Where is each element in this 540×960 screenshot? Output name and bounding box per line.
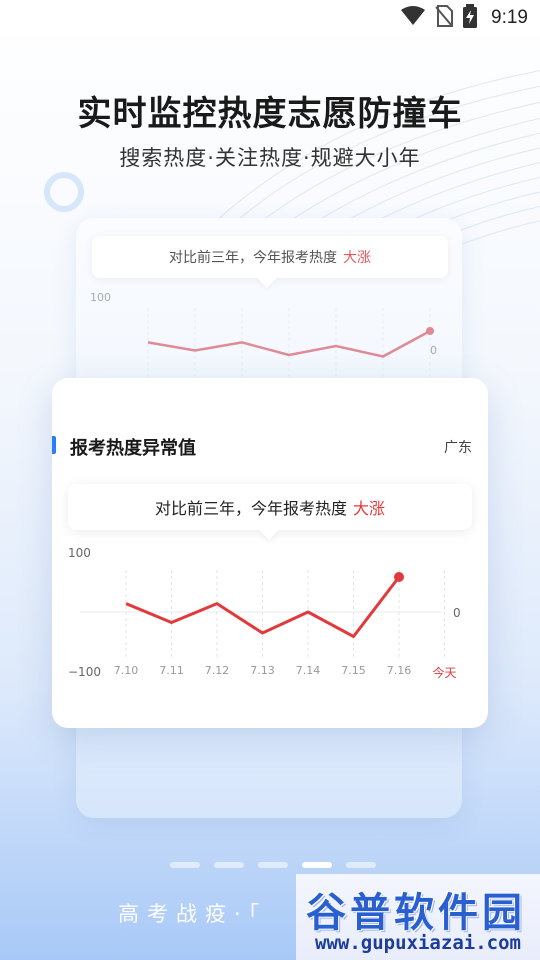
x-tick-label: 7.13 [250, 664, 275, 677]
tooltip-text: 对比前三年，今年报考热度 [154, 499, 347, 518]
trend-tooltip: 对比前三年，今年报考热度 大涨 [68, 484, 472, 530]
pagination-dot-3[interactable] [302, 862, 332, 868]
page-subtitle: 搜索热度·关注热度·规避大小年 [119, 146, 421, 170]
tooltip-highlight: 大涨 [353, 499, 386, 518]
x-tick-label: 7.16 [386, 664, 412, 677]
pagination-dot-4[interactable] [346, 862, 376, 868]
wifi-icon [401, 6, 426, 30]
x-tick-label: 7.15 [341, 664, 366, 677]
watermark-title: 谷普软件园 [306, 890, 526, 936]
page-title: 实时监控热度志愿防撞车 [77, 94, 463, 134]
decorative-ring [44, 172, 84, 212]
x-tick-label: 7.11 [159, 664, 184, 677]
card-title-accent [52, 436, 56, 454]
x-tick-label: 7.14 [295, 664, 321, 677]
region-selector[interactable]: 广东 [444, 437, 472, 457]
card-title: 报考热度异常值 [70, 438, 196, 459]
pagination-dot-0[interactable] [170, 862, 200, 868]
back-tooltip-text: 对比前三年，今年报考热度 [169, 250, 337, 266]
carousel-pagination [170, 862, 376, 868]
battery-charging-icon [463, 4, 478, 32]
latest-point-marker [394, 572, 404, 582]
no-sim-icon [435, 5, 454, 31]
back-trend-tooltip: 对比前三年，今年报考热度 大涨 [92, 236, 448, 278]
pagination-dot-1[interactable] [214, 862, 244, 868]
status-bar: 9:19 [0, 0, 540, 36]
back-tooltip-highlight: 大涨 [343, 250, 371, 266]
back-line-chart [147, 308, 434, 380]
x-tick-label: 7.10 [113, 664, 139, 677]
watermark-url: www.gupuxiazai.com [315, 932, 521, 954]
x-axis-ticks: 7.10 7.11 7.12 7.13 7.14 7.15 7.16 今天 [0, 664, 540, 680]
x-tick-label: 7.12 [204, 664, 230, 677]
pagination-dot-2[interactable] [258, 862, 288, 868]
bottom-caption: 高考战疫·「 [118, 902, 268, 926]
status-time: 9:19 [491, 7, 528, 28]
x-tick-label: 今天 [432, 666, 457, 680]
back-latest-point-marker [426, 327, 434, 335]
